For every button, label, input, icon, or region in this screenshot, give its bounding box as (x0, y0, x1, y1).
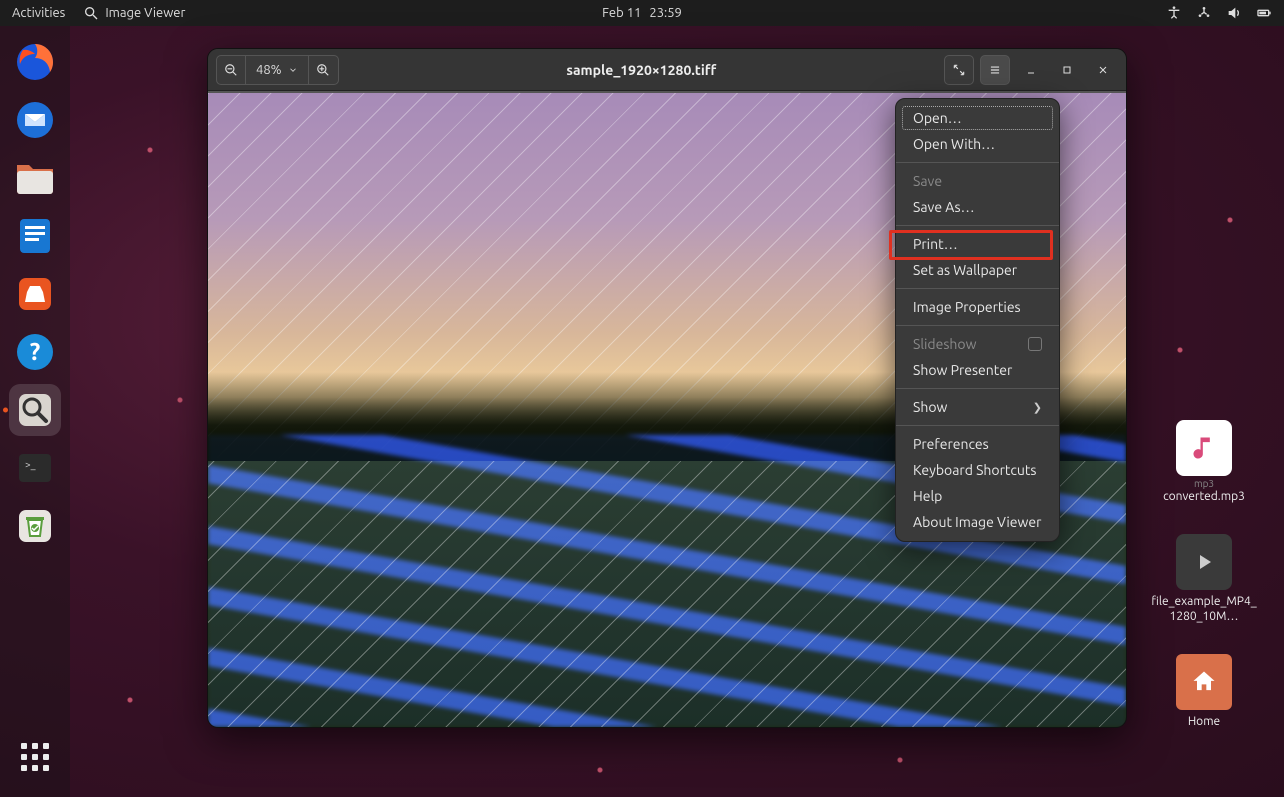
desktop-icon-home[interactable]: Home (1149, 654, 1259, 729)
dock: ? >_ (0, 26, 70, 797)
window-title: sample_1920×1280.tiff (345, 62, 938, 78)
thunderbird-icon (15, 100, 55, 140)
desktop-icons: mp3 converted.mp3 file_example_MP4_1280_… (1144, 420, 1264, 729)
dock-software[interactable] (9, 268, 61, 320)
writer-icon (15, 216, 55, 256)
menu-keyboard-shortcuts[interactable]: Keyboard Shortcuts (901, 457, 1054, 483)
app-menu[interactable]: Image Viewer (83, 5, 185, 21)
menu-separator (896, 325, 1059, 326)
menu-print[interactable]: Print… (901, 231, 1054, 257)
clock[interactable]: Feb 11 23:59 (602, 6, 682, 20)
menu-separator (896, 288, 1059, 289)
checkbox-icon (1028, 337, 1042, 351)
accessibility-icon (1166, 5, 1182, 21)
menu-separator (896, 425, 1059, 426)
app-menu-label: Image Viewer (105, 6, 185, 20)
zoom-level-label: 48% (256, 63, 282, 77)
loupe-icon (15, 390, 55, 430)
clock-time: 23:59 (649, 6, 682, 20)
folder-icon (14, 159, 56, 197)
hamburger-menu-popover: Open… Open With… Save Save As… Print… Se… (895, 98, 1060, 542)
dock-trash[interactable] (9, 500, 61, 552)
image-viewer-icon (83, 5, 99, 21)
desktop-icon-mp3[interactable]: mp3 converted.mp3 (1149, 420, 1259, 504)
dock-firefox[interactable] (9, 36, 61, 88)
menu-help[interactable]: Help (901, 483, 1054, 509)
dock-files[interactable] (9, 152, 61, 204)
menu-save: Save (901, 168, 1054, 194)
dock-writer[interactable] (9, 210, 61, 262)
menu-separator (896, 225, 1059, 226)
menu-slideshow[interactable]: Slideshow (901, 331, 1054, 357)
menu-show-presenter[interactable]: Show Presenter (901, 357, 1054, 383)
file-caption: mp3 (1149, 478, 1259, 489)
battery-icon (1256, 5, 1272, 21)
menu-show-label: Show (913, 399, 947, 415)
dock-terminal[interactable]: >_ (9, 442, 61, 494)
hamburger-menu-button[interactable] (980, 55, 1010, 85)
apps-grid-button[interactable] (9, 731, 61, 783)
running-indicator (3, 408, 8, 413)
desktop-icon-mp4[interactable]: file_example_MP4_1280_10M… (1149, 534, 1259, 624)
svg-text:?: ? (30, 338, 41, 365)
minimize-button[interactable] (1016, 55, 1046, 85)
help-icon: ? (15, 332, 55, 372)
desktop-icon-label: Home (1149, 714, 1259, 729)
menu-save-as[interactable]: Save As… (901, 194, 1054, 220)
dock-thunderbird[interactable] (9, 94, 61, 146)
home-folder-icon (1176, 654, 1232, 710)
maximize-button[interactable] (1052, 55, 1082, 85)
menu-slideshow-label: Slideshow (913, 336, 976, 352)
zoom-level-dropdown[interactable]: 48% (246, 55, 309, 85)
desktop-icon-label: file_example_MP4_1280_10M… (1149, 594, 1259, 624)
zoom-out-button[interactable] (216, 55, 246, 85)
svg-text:>_: >_ (25, 459, 36, 470)
volume-icon (1226, 5, 1242, 21)
audio-file-icon (1176, 420, 1232, 476)
menu-separator (896, 162, 1059, 163)
video-file-icon (1176, 534, 1232, 590)
network-icon (1196, 5, 1212, 21)
zoom-controls: 48% (216, 55, 339, 85)
chevron-down-icon (288, 65, 298, 75)
close-button[interactable] (1088, 55, 1118, 85)
chevron-right-icon: ❯ (1033, 401, 1042, 414)
menu-preferences[interactable]: Preferences (901, 431, 1054, 457)
software-icon (15, 274, 55, 314)
titlebar: 48% sample_1920×1280.tiff (208, 49, 1126, 91)
activities-button[interactable]: Activities (12, 6, 65, 20)
desktop-icon-label: converted.mp3 (1149, 489, 1259, 504)
terminal-icon: >_ (15, 448, 55, 488)
clock-date: Feb 11 (602, 6, 641, 20)
menu-about[interactable]: About Image Viewer (901, 509, 1054, 535)
menu-open[interactable]: Open… (901, 105, 1054, 131)
system-menu[interactable] (1166, 5, 1272, 21)
top-bar: Activities Image Viewer Feb 11 23:59 (0, 0, 1284, 26)
dock-image-viewer[interactable] (9, 384, 61, 436)
trash-icon (15, 506, 55, 546)
menu-show[interactable]: Show ❯ (901, 394, 1054, 420)
dock-help[interactable]: ? (9, 326, 61, 378)
firefox-icon (15, 42, 55, 82)
menu-open-with[interactable]: Open With… (901, 131, 1054, 157)
menu-separator (896, 388, 1059, 389)
menu-set-wallpaper[interactable]: Set as Wallpaper (901, 257, 1054, 283)
menu-image-properties[interactable]: Image Properties (901, 294, 1054, 320)
fullscreen-button[interactable] (944, 55, 974, 85)
zoom-in-button[interactable] (309, 55, 339, 85)
